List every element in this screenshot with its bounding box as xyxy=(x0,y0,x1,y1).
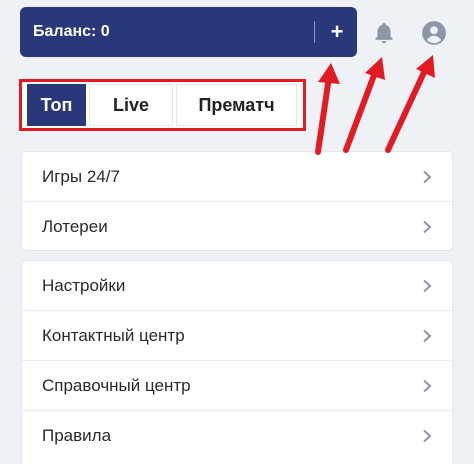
arrowhead-user xyxy=(416,55,435,78)
menu-item-label: Лотереи xyxy=(42,217,108,236)
arrowhead-balance xyxy=(318,63,340,84)
user-avatar-icon[interactable] xyxy=(421,20,447,46)
menu-group-games: Игры 24/7 Лотереи xyxy=(21,151,453,251)
balance-label: Баланс: 0 xyxy=(33,23,110,40)
balance-divider xyxy=(314,21,315,43)
bell-icon[interactable] xyxy=(371,20,397,46)
arrow-to-bell xyxy=(343,67,379,153)
chevron-right-icon xyxy=(423,279,432,292)
menu-item-lotteries[interactable]: Лотереи xyxy=(22,202,452,252)
menu-item-label: Игры 24/7 xyxy=(42,166,120,186)
tab-live[interactable]: Live xyxy=(89,84,173,126)
balance-bar[interactable]: Баланс: 0 + xyxy=(20,7,357,57)
chevron-right-icon xyxy=(423,429,432,443)
menu-group-settings: Настройки Контактный центр Справочный це… xyxy=(21,260,453,464)
menu-item-label: Правила xyxy=(42,426,112,445)
tab-top[interactable]: Топ xyxy=(27,84,86,126)
tab-prematch[interactable]: Прематч xyxy=(176,84,297,126)
menu-item-settings[interactable]: Настройки xyxy=(22,261,452,311)
menu-item-help-center[interactable]: Справочный центр xyxy=(22,361,452,411)
menu-item-rules[interactable]: Правила xyxy=(22,411,452,461)
sport-tabs: Топ Live Прематч xyxy=(27,84,297,126)
menu-item-games-24-7[interactable]: Игры 24/7 xyxy=(22,152,452,202)
chevron-right-icon xyxy=(423,220,432,234)
menu-item-label: Справочный центр xyxy=(42,375,191,395)
chevron-right-icon xyxy=(423,379,432,392)
menu-item-label: Контактный центр xyxy=(42,325,185,345)
menu-item-label: Настройки xyxy=(42,275,126,295)
chevron-right-icon xyxy=(423,329,432,342)
menu-item-contact-center[interactable]: Контактный центр xyxy=(22,311,452,361)
arrowhead-bell xyxy=(365,57,385,80)
chevron-right-icon xyxy=(423,170,432,183)
arrow-to-user xyxy=(385,65,429,153)
add-funds-button[interactable]: + xyxy=(325,21,349,43)
arrow-to-balance xyxy=(315,74,332,155)
